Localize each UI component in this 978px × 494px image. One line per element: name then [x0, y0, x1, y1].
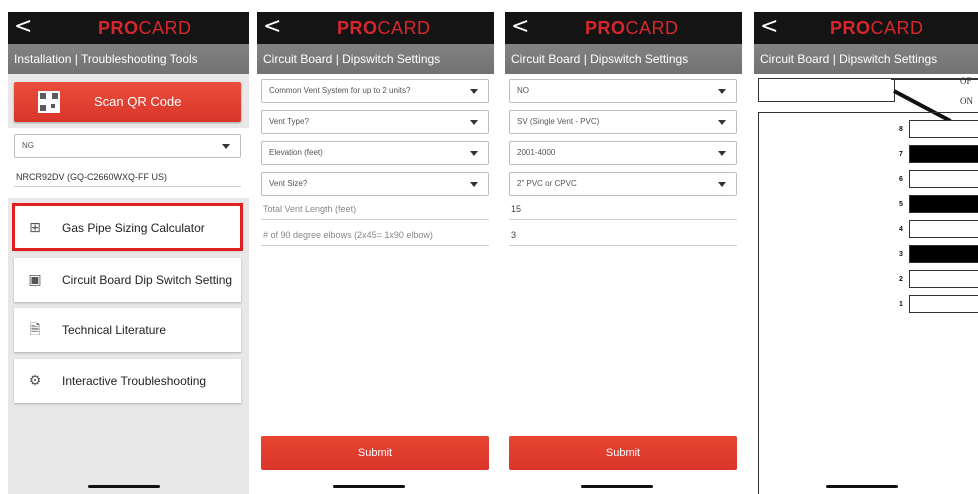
switch-number: 2	[899, 276, 903, 283]
model-name[interactable]: NRCR92DV (GQ-C2660WXQ-FF US)	[16, 172, 167, 182]
dip-switch-icon: ▣	[28, 272, 42, 288]
qr-code-icon	[38, 91, 60, 113]
input-underline	[509, 219, 737, 220]
page-subtitle: Circuit Board | Dipswitch Settings	[257, 44, 494, 74]
switch-number: 6	[899, 176, 903, 183]
off-label: OF	[960, 76, 972, 86]
menu-item-label: Gas Pipe Sizing Calculator	[62, 221, 205, 235]
dip-switch-2	[909, 270, 978, 288]
top-bar: < PROCARD	[754, 12, 978, 44]
dip-switch-6	[909, 170, 978, 188]
common-vent-select[interactable]: NO	[509, 79, 737, 103]
select-value: 2" PVC or CPVC	[517, 179, 577, 188]
switch-number: 4	[899, 226, 903, 233]
back-icon[interactable]: <	[14, 15, 34, 39]
vent-length-input[interactable]: Total Vent Length (feet)	[263, 204, 356, 214]
procard-logo: PROCARD	[585, 18, 679, 38]
dip-switch-7	[909, 145, 978, 163]
vent-type-select[interactable]: SV (Single Vent - PVC)	[509, 110, 737, 134]
dip-switch-3	[909, 245, 978, 263]
menu-item-label: Interactive Troubleshooting	[62, 374, 207, 388]
menu-item-label: Technical Literature	[62, 323, 167, 337]
switch-number: 3	[899, 251, 903, 258]
screen-dipswitch-result: < PROCARD Circuit Board | Dipswitch Sett…	[754, 12, 978, 494]
page-subtitle: Circuit Board | Dipswitch Settings	[505, 44, 742, 74]
vent-type-select[interactable]: Vent Type?	[261, 110, 489, 134]
select-placeholder: Common Vent System for up to 2 units?	[269, 86, 411, 95]
select-value: SV (Single Vent - PVC)	[517, 117, 600, 126]
top-bar: < PROCARD	[505, 12, 742, 44]
page-subtitle: Installation | Troubleshooting Tools	[8, 44, 249, 74]
home-indicator[interactable]	[581, 485, 653, 488]
document-icon: 🗎	[29, 322, 41, 338]
input-underline	[509, 245, 737, 246]
chevron-down-icon	[470, 89, 478, 94]
chevron-down-icon	[470, 182, 478, 187]
chevron-down-icon	[718, 120, 726, 125]
menu-item-gas-pipe-calculator[interactable]: ⊞ Gas Pipe Sizing Calculator	[14, 206, 241, 250]
screen-dipswitch-form-filled: < PROCARD Circuit Board | Dipswitch Sett…	[505, 12, 742, 494]
calculator-icon: ⊞	[29, 220, 41, 236]
menu-item-label: Circuit Board Dip Switch Setting	[62, 273, 233, 287]
common-vent-select[interactable]: Common Vent System for up to 2 units?	[261, 79, 489, 103]
input-underline	[261, 245, 489, 246]
top-bar: < PROCARD	[257, 12, 494, 44]
back-icon[interactable]: <	[263, 15, 283, 39]
switch-number: 1	[899, 301, 903, 308]
on-label: ON	[960, 96, 973, 106]
procard-logo: PROCARD	[98, 18, 192, 38]
select-placeholder: Vent Type?	[269, 117, 309, 126]
menu-item-technical-literature[interactable]: 🗎 Technical Literature	[14, 308, 241, 352]
elevation-select[interactable]: Elevation (feet)	[261, 141, 489, 165]
screen-dipswitch-form-empty: < PROCARD Circuit Board | Dipswitch Sett…	[257, 12, 494, 494]
vent-size-select[interactable]: 2" PVC or CPVC	[509, 172, 737, 196]
menu-item-interactive-troubleshooting[interactable]: ⚙ Interactive Troubleshooting	[14, 359, 241, 403]
select-placeholder: Elevation (feet)	[269, 148, 323, 157]
scan-qr-label: Scan QR Code	[94, 94, 182, 109]
submit-button[interactable]: Submit	[261, 436, 489, 470]
switch-number: 8	[899, 126, 903, 133]
procard-logo: PROCARD	[830, 18, 924, 38]
chevron-down-icon	[222, 144, 230, 149]
top-bar: < PROCARD	[8, 12, 249, 44]
dip-switch-1	[909, 295, 978, 313]
model-underline	[14, 186, 241, 187]
page-subtitle: Circuit Board | Dipswitch Settings	[754, 44, 978, 74]
dip-legend-box	[758, 78, 895, 102]
elbows-input[interactable]: 3	[511, 230, 516, 240]
procard-logo: PROCARD	[337, 18, 431, 38]
elbows-input[interactable]: # of 90 degree elbows (2x45= 1x90 elbow)	[263, 230, 433, 240]
switch-number: 5	[899, 201, 903, 208]
home-indicator[interactable]	[88, 485, 160, 488]
vent-length-input[interactable]: 15	[511, 204, 521, 214]
chevron-down-icon	[470, 120, 478, 125]
gas-type-select[interactable]: NG	[14, 134, 241, 158]
switch-number: 7	[899, 151, 903, 158]
select-placeholder: Vent Size?	[269, 179, 308, 188]
dip-switch-4	[909, 220, 978, 238]
chevron-down-icon	[718, 151, 726, 156]
home-indicator[interactable]	[826, 485, 898, 488]
gear-icon: ⚙	[28, 373, 42, 389]
back-icon[interactable]: <	[760, 15, 780, 39]
select-value: NO	[517, 86, 529, 95]
input-underline	[261, 219, 489, 220]
dip-switch-5	[909, 195, 978, 213]
elevation-select[interactable]: 2001-4000	[509, 141, 737, 165]
dip-switch-8	[909, 120, 978, 138]
menu-item-dip-switch[interactable]: ▣ Circuit Board Dip Switch Setting	[14, 258, 241, 302]
submit-button[interactable]: Submit	[509, 436, 737, 470]
select-value: 2001-4000	[517, 148, 556, 157]
home-indicator[interactable]	[333, 485, 405, 488]
chevron-down-icon	[470, 151, 478, 156]
screen-installation-tools: < PROCARD Installation | Troubleshooting…	[8, 12, 249, 494]
gas-type-value: NG	[22, 141, 34, 150]
scan-qr-button[interactable]: Scan QR Code	[14, 82, 241, 122]
chevron-down-icon	[718, 89, 726, 94]
back-icon[interactable]: <	[511, 15, 531, 39]
chevron-down-icon	[718, 182, 726, 187]
vent-size-select[interactable]: Vent Size?	[261, 172, 489, 196]
